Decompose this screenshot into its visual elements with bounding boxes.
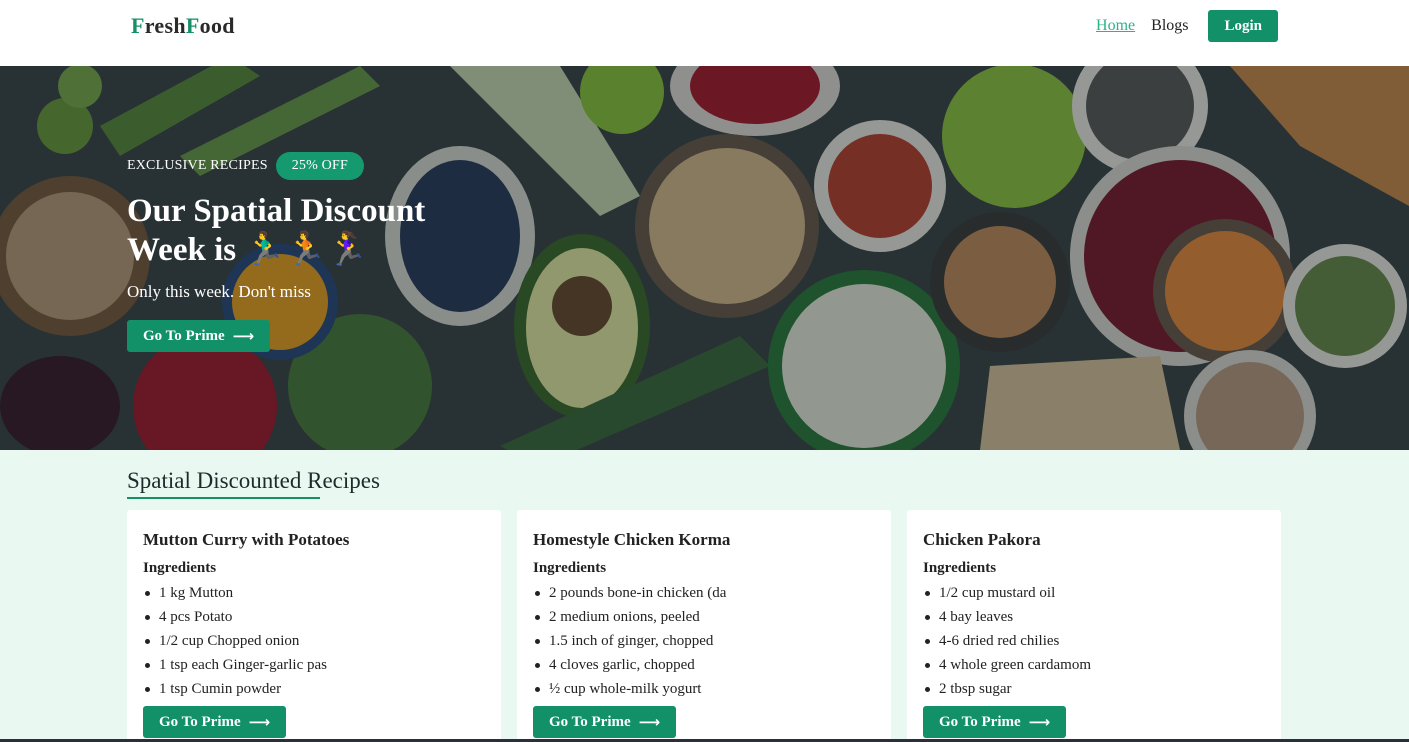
hero-banner: EXCLUSIVE RECIPES 25% OFF Our Spatial Di… [0,66,1409,450]
hero-title: Our Spatial Discount Week is 🏃‍♂️🏃🏃‍♀️ [127,193,426,268]
discounted-recipes-section: Spatial Discounted Recipes Mutton Curry … [0,450,1409,742]
hero-tagline-text: EXCLUSIVE RECIPES [127,158,268,173]
hero-subtitle: Only this week. Don't miss [127,282,311,301]
hero-go-to-prime-button[interactable]: Go To Prime ⟶ [127,320,271,352]
login-button[interactable]: Login [1208,10,1278,42]
arrow-right-icon: ⟶ [232,327,255,345]
ingredient-item: ½ cup whole-milk yogurt [533,677,875,701]
ingredient-item: 4 whole green cardamom [923,653,1265,677]
ingredient-item: 4 cloves garlic, chopped [533,653,875,677]
recipe-card: Chicken Pakora Ingredients 1/2 cup musta… [907,510,1281,742]
recipe-go-to-prime-button[interactable]: Go To Prime ⟶ [143,706,287,738]
logo-letter: F [185,13,200,38]
ingredient-item: 2 pounds bone-in chicken (da [533,581,875,605]
logo[interactable]: FreshFood [131,13,235,39]
ingredient-item: 1 tsp each Ginger-garlic pas [143,653,485,677]
ingredient-item: 4 pcs Potato [143,605,485,629]
recipe-card: Mutton Curry with Potatoes Ingredients 1… [127,510,501,742]
recipe-cards: Mutton Curry with Potatoes Ingredients 1… [127,510,1281,742]
ingredients-label: Ingredients [533,560,607,576]
recipe-title: Homestyle Chicken Korma [533,530,731,549]
ingredient-item: 4-6 dried red chilies [923,629,1265,653]
nav-link-blogs[interactable]: Blogs [1151,17,1188,35]
ingredients-list: 1 kg Mutton 4 pcs Potato 1/2 cup Chopped… [143,581,485,701]
arrow-right-icon: ⟶ [248,713,271,731]
site-header: FreshFood Home Blogs Login [0,0,1409,66]
arrow-right-icon: ⟶ [1028,713,1051,731]
ingredient-item: 1/2 cup mustard oil [923,581,1265,605]
button-label: Go To Prime [143,327,225,344]
main-nav: Home Blogs Login [1096,10,1278,42]
ingredient-item: 1 kg Mutton [143,581,485,605]
button-label: Go To Prime [549,713,631,730]
ingredient-item: 2 tbsp sugar [923,677,1265,701]
section-title: Spatial Discounted Recipes [127,468,380,493]
arrow-right-icon: ⟶ [638,713,661,731]
ingredients-label: Ingredients [923,560,997,576]
section-title-underline [127,497,320,499]
recipe-card: Homestyle Chicken Korma Ingredients 2 po… [517,510,891,742]
ingredients-label: Ingredients [143,560,217,576]
logo-text: resh [144,13,186,38]
ingredients-list: 1/2 cup mustard oil 4 bay leaves 4-6 dri… [923,581,1265,701]
recipe-go-to-prime-button[interactable]: Go To Prime ⟶ [923,706,1067,738]
recipe-go-to-prime-button[interactable]: Go To Prime ⟶ [533,706,677,738]
hero-content: EXCLUSIVE RECIPES 25% OFF Our Spatial Di… [127,152,487,352]
ingredient-item: 1.5 inch of ginger, chopped [533,629,875,653]
ingredients-list: 2 pounds bone-in chicken (da 2 medium on… [533,581,875,701]
button-label: Go To Prime [939,713,1021,730]
logo-letter: F [131,13,145,38]
nav-link-home[interactable]: Home [1096,17,1135,35]
ingredient-item: 4 bay leaves [923,605,1265,629]
ingredient-item: 1/2 cup Chopped onion [143,629,485,653]
ingredient-item: 1 tsp Cumin powder [143,677,485,701]
ingredient-item: 2 medium onions, peeled [533,605,875,629]
recipe-title: Chicken Pakora [923,530,1041,549]
logo-text: ood [199,13,235,38]
hero-tagline: EXCLUSIVE RECIPES 25% OFF [127,152,487,180]
recipe-title: Mutton Curry with Potatoes [143,530,350,549]
discount-badge: 25% OFF [275,152,364,180]
button-label: Go To Prime [159,713,241,730]
